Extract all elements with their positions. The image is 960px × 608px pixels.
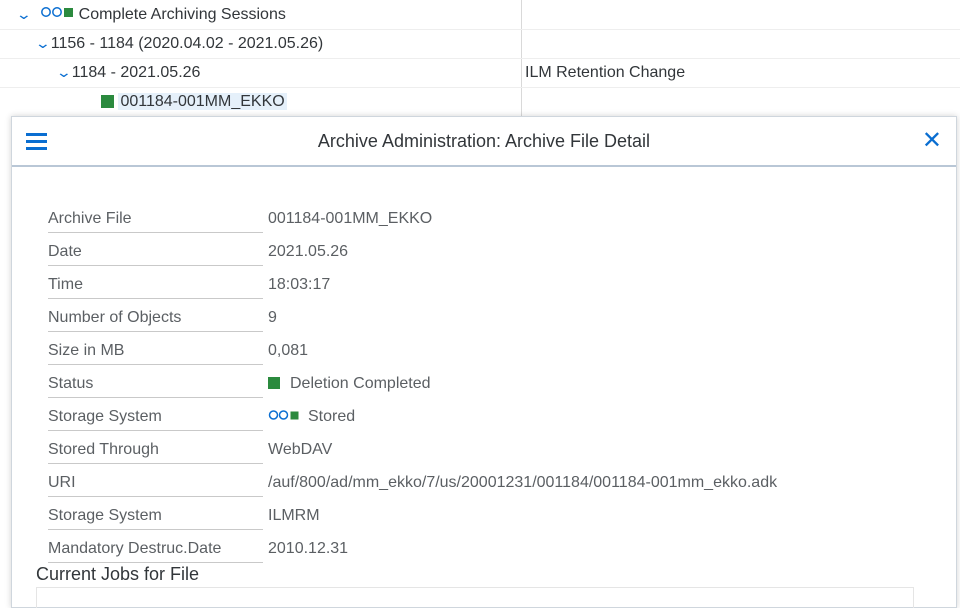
archive-session-tree: ⌄ Complete Archiving Sessions ⌄1156 - 11…: [0, 0, 960, 116]
field-value: 2010.12.31: [268, 540, 349, 557]
dialog-title: Archive Administration: Archive File Det…: [317, 131, 651, 151]
field-value-wrapper: Deletion Completed: [268, 371, 431, 397]
archive-file-detail-dialog: Archive Administration: Archive File Det…: [11, 116, 957, 608]
menu-icon[interactable]: [26, 133, 48, 150]
field-value: 0,081: [268, 342, 309, 359]
field-value: 001184-001MM_EKKO: [268, 210, 433, 227]
field-value: ILMRM: [268, 507, 320, 524]
tree-row-annotation: ILM Retention Change: [525, 64, 686, 81]
field-value: 2021.05.26: [268, 243, 349, 260]
tree-row-session-range[interactable]: ⌄1156 - 1184 (2020.04.02 - 2021.05.26): [0, 29, 960, 59]
dialog-header: Archive Administration: Archive File Det…: [12, 117, 956, 167]
chevron-down-icon[interactable]: ⌄: [35, 29, 51, 58]
field-value: WebDAV: [268, 441, 333, 458]
storage-status-icon: [40, 0, 74, 29]
current-jobs-table: [36, 587, 914, 608]
chevron-down-icon[interactable]: ⌄: [56, 58, 72, 87]
chevron-down-icon[interactable]: ⌄: [16, 0, 32, 29]
field-label: Status: [48, 371, 263, 398]
tree-row-label: 1184 - 2021.05.26: [71, 64, 201, 81]
tree-row-session[interactable]: ⌄1184 - 2021.05.26 ILM Retention Change: [0, 58, 960, 88]
field-value: Stored: [308, 408, 356, 426]
field-label: Number of Objects: [48, 305, 263, 332]
field-value: Deletion Completed: [290, 375, 431, 392]
field-value: /auf/800/ad/mm_ekko/7/us/20001231/001184…: [268, 474, 778, 491]
tree-row-label: Complete Archiving Sessions: [78, 6, 286, 23]
field-label: Time: [48, 272, 263, 299]
field-label: Stored Through: [48, 437, 263, 464]
field-label: Mandatory Destruc.Date: [48, 536, 263, 563]
tree-row-complete-sessions[interactable]: ⌄ Complete Archiving Sessions: [0, 0, 960, 30]
tree-row-archive-file[interactable]: 001184-001MM_EKKO: [0, 87, 960, 116]
field-label: Archive File: [48, 206, 263, 233]
field-label: Storage System: [48, 404, 263, 431]
field-label: URI: [48, 470, 263, 497]
field-value: 9: [268, 309, 277, 326]
field-label: Date: [48, 239, 263, 266]
field-value-wrapper: Stored: [268, 404, 355, 430]
status-square-icon: [268, 377, 280, 389]
close-icon[interactable]: ✕: [922, 128, 942, 154]
tree-row-label: 001184-001MM_EKKO: [118, 93, 287, 110]
field-label: Storage System: [48, 503, 263, 530]
storage-status-icon: [268, 404, 300, 430]
section-title-current-jobs: Current Jobs for File: [36, 564, 200, 584]
field-label: Size in MB: [48, 338, 263, 365]
field-value: 18:03:17: [268, 276, 331, 293]
status-square-icon: [101, 95, 114, 109]
tree-row-label: 1156 - 1184 (2020.04.02 - 2021.05.26): [50, 35, 324, 52]
